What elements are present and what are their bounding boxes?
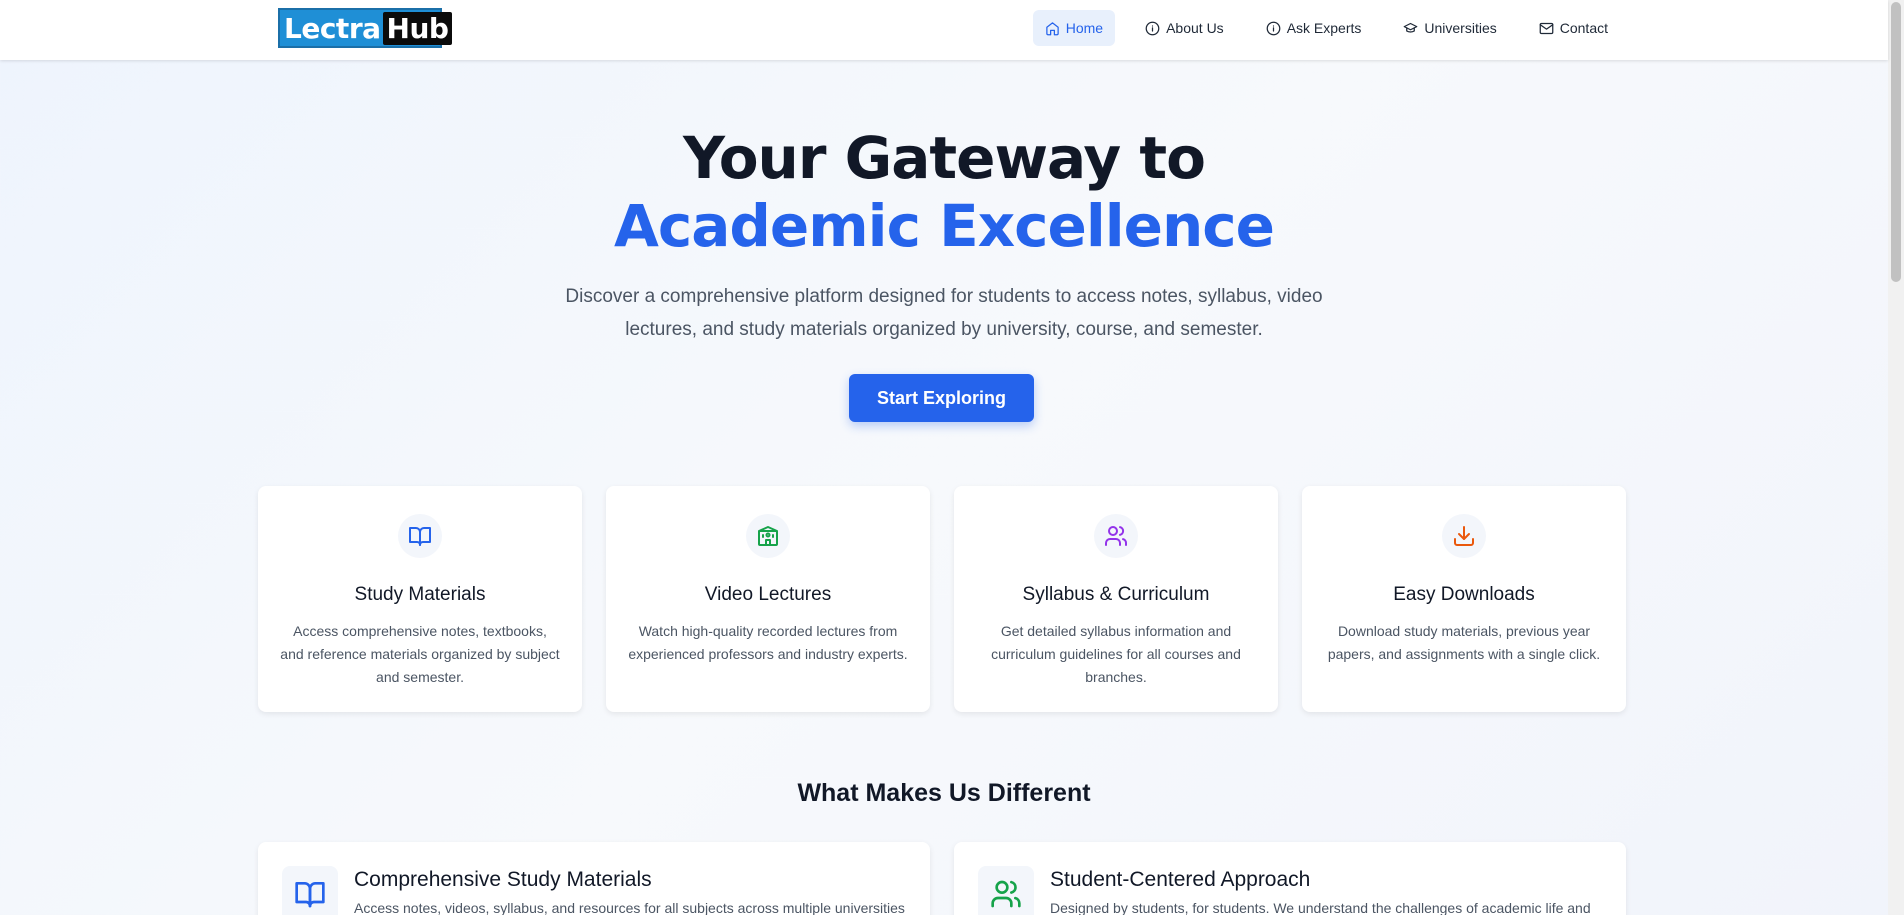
feature-description: Download study materials, previous year …: [1327, 623, 1601, 662]
feature-title: Syllabus & Curriculum: [1022, 584, 1210, 605]
feature-icon-container: [398, 514, 442, 558]
section-title-different: What Makes Us Different: [797, 779, 1091, 807]
feature-card-easy-downloads[interactable]: Easy Downloads Download study materials,…: [1302, 486, 1626, 712]
different-description: Designed by students, for students. We u…: [1050, 900, 1591, 915]
mail-icon: [1539, 22, 1554, 34]
info-icon: [1266, 21, 1281, 35]
nav-contact-label: Contact: [1559, 20, 1608, 36]
different-card-study-materials: Comprehensive Study Materials Access not…: [258, 842, 930, 915]
scrollbar-thumb[interactable]: [1891, 2, 1901, 282]
start-exploring-button[interactable]: Start Exploring: [849, 374, 1034, 422]
logo-text-primary: Lectra: [284, 11, 381, 45]
different-title: Student-Centered Approach: [1050, 868, 1311, 891]
feature-card-video-lectures[interactable]: Video Lectures Watch high-quality record…: [606, 486, 930, 712]
book-open-icon: [409, 527, 431, 546]
feature-icon-container: [746, 514, 790, 558]
feature-card-study-materials[interactable]: Study Materials Access comprehensive not…: [258, 486, 582, 712]
nav-home[interactable]: Home: [1032, 10, 1116, 46]
nav-about-us-label: About Us: [1166, 20, 1224, 36]
different-card-student-centered: Student-Centered Approach Designed by st…: [954, 842, 1626, 915]
nav-ask-experts[interactable]: Ask Experts: [1254, 10, 1374, 46]
different-icon-container: [978, 866, 1034, 915]
school-icon: [758, 526, 778, 546]
hero-title-line1: Your Gateway to: [683, 124, 1206, 192]
scrollbar[interactable]: [1888, 0, 1904, 915]
nav-about-us[interactable]: About Us: [1133, 10, 1236, 46]
nav-universities-label: Universities: [1424, 20, 1497, 36]
navbar: Lectra Hub Home About Us Ask Experts Uni…: [0, 0, 1888, 60]
info-icon: [1145, 21, 1160, 35]
nav-ask-experts-label: Ask Experts: [1286, 20, 1362, 36]
different-icon-container: [282, 866, 338, 915]
book-open-icon: [295, 882, 325, 908]
different-title: Comprehensive Study Materials: [354, 868, 652, 891]
nav-contact[interactable]: Contact: [1527, 10, 1620, 46]
feature-description: Watch high-quality recorded lectures fro…: [628, 623, 908, 662]
feature-icon-container: [1094, 514, 1138, 558]
nav-home-label: Home: [1065, 20, 1104, 36]
home-icon: [1045, 21, 1059, 35]
download-icon: [1454, 526, 1474, 546]
feature-description: Get detailed syllabus information and cu…: [991, 623, 1241, 685]
graduation-cap-icon: [1404, 22, 1418, 33]
users-icon: [991, 880, 1021, 908]
feature-title: Easy Downloads: [1393, 584, 1535, 605]
logo-text-secondary: Hub: [382, 11, 453, 45]
different-description: Access notes, videos, syllabus, and reso…: [354, 900, 905, 915]
hero-title-line2: Academic Excellence: [613, 192, 1275, 260]
feature-title: Video Lectures: [704, 584, 832, 605]
feature-icon-container: [1442, 514, 1486, 558]
logo[interactable]: Lectra Hub: [278, 8, 453, 48]
main-nav: Home About Us Ask Experts Universities C…: [1032, 10, 1620, 46]
hero-subtitle: Discover a comprehensive platform design…: [565, 286, 1323, 340]
users-icon: [1105, 526, 1128, 546]
feature-description: Access comprehensive notes, textbooks, a…: [280, 623, 560, 685]
feature-title: Study Materials: [354, 584, 486, 605]
nav-universities[interactable]: Universities: [1391, 10, 1508, 46]
feature-card-syllabus[interactable]: Syllabus & Curriculum Get detailed sylla…: [954, 486, 1278, 712]
